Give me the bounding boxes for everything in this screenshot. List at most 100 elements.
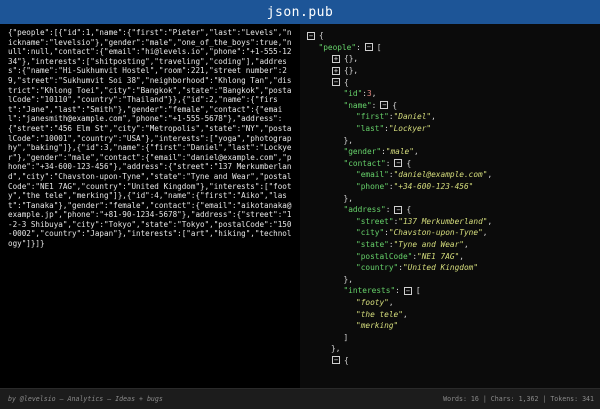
tree-key: "state" (356, 239, 389, 249)
tree-key: "street" (356, 216, 394, 226)
expand-toggle-icon[interactable]: + (332, 66, 340, 75)
tree-punctuation: , (402, 309, 408, 319)
tree-line: "merking" (306, 320, 600, 332)
collapse-toggle-icon[interactable]: − (394, 205, 403, 214)
app-header: json.pub (0, 0, 600, 24)
app-title: json.pub (266, 4, 334, 20)
collapse-toggle-icon[interactable]: − (364, 43, 373, 52)
raw-json-editor[interactable]: {"people":[{"id":1,"name":{"first":"Piet… (8, 28, 296, 249)
tree-line: "gender": "male", (306, 146, 600, 158)
tree-line: "city": "Chavston-upon-Tyne", (306, 227, 600, 239)
tree-line: + {}, (306, 53, 600, 65)
tree-line: }, (306, 134, 600, 146)
tree-line: "address": −{ (306, 204, 600, 216)
tree-key: "last" (356, 124, 385, 134)
collapse-toggle-icon[interactable]: − (307, 31, 315, 40)
collapse-toggle-icon[interactable]: − (332, 78, 340, 87)
status-bar: by @levelsio — Analytics — Ideas + bugs … (0, 388, 600, 409)
tree-punctuation: }, (343, 193, 353, 203)
tree-punctuation: { (344, 77, 349, 87)
tree-punctuation: : (371, 100, 377, 110)
tree-punctuation: , (371, 89, 377, 99)
tree-line: "contact": −{ (306, 158, 600, 170)
tree-punctuation: { (319, 31, 324, 41)
tree-punctuation: }, (343, 274, 353, 284)
tree-punctuation: {}, (344, 54, 359, 64)
tree-line: "the tele", (306, 308, 600, 320)
tree-line: −{ (306, 76, 600, 88)
tree-string-value: "Daniel" (393, 112, 432, 122)
tree-punctuation: { (406, 158, 412, 168)
tree-string-value: "+34-600-123-456" (393, 182, 474, 192)
tree-line: −{ (306, 355, 600, 367)
tree-punctuation: { (344, 355, 349, 365)
tree-punctuation: : (356, 42, 361, 52)
collapse-toggle-icon[interactable]: − (403, 286, 412, 295)
tree-punctuation: , (388, 297, 394, 307)
tree-line: "name": −{ (306, 100, 600, 112)
tree-punctuation: , (482, 228, 488, 238)
tree-line: "first": "Daniel", (306, 111, 600, 123)
tree-punctuation: }, (343, 135, 353, 145)
tree-line: "interests": −[ (306, 285, 600, 297)
tree-string-value: "Lockyer" (388, 124, 432, 134)
tree-line: }, (306, 343, 600, 355)
tree-punctuation: , (487, 216, 493, 226)
tree-key: "people" (318, 42, 357, 52)
tree-line: "street": "137 Merkumberland", (306, 216, 600, 228)
tree-string-value: "footy" (356, 297, 389, 307)
tree-string-value: "Chavston-upon-Tyne" (388, 228, 483, 238)
tree-punctuation: , (463, 239, 469, 249)
tree-punctuation: : (395, 286, 400, 296)
tree-key: "contact" (343, 158, 386, 168)
tree-line: "footy", (306, 297, 600, 309)
collapse-toggle-icon[interactable]: − (380, 101, 389, 110)
tree-line: "country": "United Kingdom" (306, 262, 600, 274)
tree-key: "city" (356, 228, 385, 238)
tree-line: "phone": "+34-600-123-456" (306, 181, 600, 193)
tree-string-value: "NE1 7AG" (417, 251, 460, 261)
tree-punctuation: { (392, 100, 398, 110)
tree-string-value: "the tele" (356, 309, 403, 319)
tree-line: }, (306, 273, 600, 285)
tree-line: ] (306, 331, 600, 343)
tree-string-value: "Tyne and Wear" (393, 239, 464, 249)
tree-string-value: "merking" (356, 321, 399, 331)
tree-punctuation: : (385, 205, 391, 215)
tree-key: "interests" (343, 286, 396, 296)
tree-punctuation: , (413, 147, 419, 157)
tree-punctuation: , (431, 112, 436, 122)
tree-line: −{ (306, 30, 600, 42)
tree-line: }, (306, 192, 600, 204)
tree-line: "state": "Tyne and Wear", (306, 239, 600, 251)
tree-line: "last": "Lockyer" (306, 123, 600, 135)
tree-string-value: "male" (385, 147, 414, 157)
collapse-toggle-icon[interactable]: − (394, 159, 403, 168)
tree-key: "email" (356, 170, 389, 180)
tree-string-value: "United Kingdom" (402, 263, 479, 273)
collapse-toggle-icon[interactable]: − (332, 356, 340, 365)
tree-string-value: "daniel@example.com" (393, 170, 488, 180)
expand-toggle-icon[interactable]: + (332, 54, 340, 63)
tree-string-value: "137 Merkumberland" (398, 216, 488, 226)
tree-punctuation: {}, (344, 66, 359, 76)
tree-punctuation: : (385, 158, 391, 168)
raw-json-pane[interactable]: {"people":[{"id":1,"name":{"first":"Piet… (0, 24, 300, 388)
tree-line: "postalCode": "NE1 7AG", (306, 250, 600, 262)
tree-key: "id" (343, 89, 363, 99)
tree-key: "address" (343, 205, 386, 215)
tree-punctuation: { (406, 205, 412, 215)
tree-key: "phone" (356, 182, 389, 192)
tree-punctuation: [ (376, 42, 382, 52)
tree-key: "first" (356, 112, 389, 122)
tree-punctuation: , (487, 170, 493, 180)
tree-punctuation: }, (331, 344, 341, 354)
footer-credit-links[interactable]: by @levelsio — Analytics — Ideas + bugs (8, 395, 163, 403)
tree-line: "people": −[ (306, 42, 600, 54)
tree-line: "id": 3, (306, 88, 600, 100)
tree-key: "name" (343, 100, 372, 110)
tree-key: "country" (356, 263, 399, 273)
tree-punctuation: ] (343, 332, 349, 342)
tree-line: "email": "daniel@example.com", (306, 169, 600, 181)
tree-punctuation: , (459, 251, 464, 261)
